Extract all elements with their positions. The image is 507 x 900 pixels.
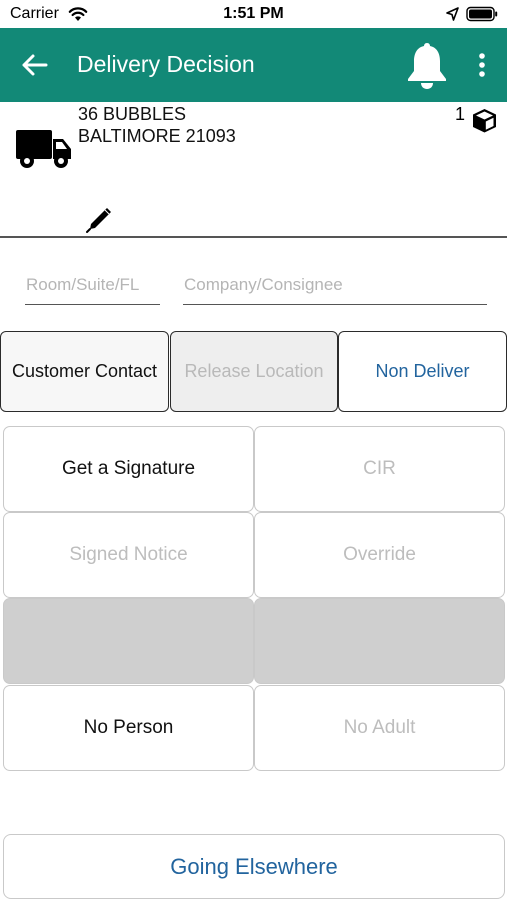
empty-option-cell: [254, 598, 505, 684]
truck-icon: [16, 130, 71, 168]
piece-count: 1: [455, 104, 466, 124]
non-deliver-tab[interactable]: Non Deliver: [338, 331, 507, 412]
clock-time: 1:51 PM: [223, 5, 284, 22]
override-button[interactable]: Override: [254, 512, 505, 598]
more-vertical-icon: [479, 53, 485, 77]
package-icon: [473, 109, 496, 133]
cir-button[interactable]: CIR: [254, 426, 505, 512]
more-menu-button[interactable]: [470, 48, 494, 82]
location-arrow-icon: [446, 7, 459, 21]
back-button[interactable]: [18, 50, 50, 80]
status-bar: Carrier 1:51 PM: [0, 0, 507, 28]
header-divider: [0, 236, 507, 238]
going-elsewhere-button[interactable]: Going Elsewhere: [3, 834, 505, 899]
address-line-1: 36 BUBBLES: [78, 104, 187, 124]
release-location-tab[interactable]: Release Location: [170, 331, 338, 412]
no-adult-button[interactable]: No Adult: [254, 685, 505, 771]
signed-notice-button[interactable]: Signed Notice: [3, 512, 254, 598]
get-signature-button[interactable]: Get a Signature: [3, 426, 254, 512]
app-bar: Delivery Decision: [0, 28, 507, 102]
bell-icon[interactable]: [404, 40, 450, 90]
address-line-2: BALTIMORE 21093: [78, 126, 236, 146]
back-arrow-icon: [22, 54, 48, 76]
company-consignee-input[interactable]: [183, 265, 487, 305]
page-title: Delivery Decision: [77, 51, 255, 77]
empty-option-cell: [3, 598, 254, 684]
battery-icon: [466, 6, 498, 22]
no-person-button[interactable]: No Person: [3, 685, 254, 771]
pen-icon[interactable]: [85, 205, 114, 234]
room-suite-floor-input[interactable]: [25, 265, 160, 305]
customer-contact-tab[interactable]: Customer Contact: [0, 331, 169, 412]
